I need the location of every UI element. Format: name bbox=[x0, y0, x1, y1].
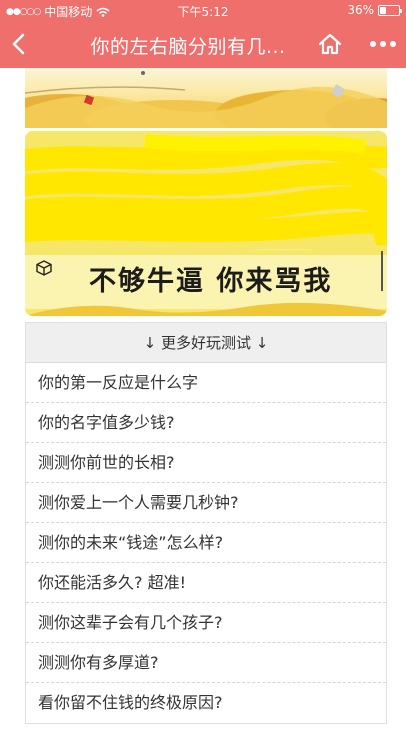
list-item[interactable]: 测测你有多厚道? bbox=[26, 643, 386, 683]
home-icon bbox=[318, 33, 342, 55]
page-title: 你的左右脑分别有几... bbox=[90, 36, 286, 58]
more-dot bbox=[390, 41, 396, 47]
top-banner-image bbox=[25, 68, 387, 128]
list-item[interactable]: 看你留不住钱的终极原因? bbox=[26, 683, 386, 723]
more-menu-button[interactable] bbox=[364, 28, 402, 60]
status-bar: ●●○○○ 中国移动 下午5:12 36% bbox=[0, 0, 406, 20]
list-item[interactable]: 测你这辈子会有几个孩子? bbox=[26, 603, 386, 643]
promo-slogan: 不够牛逼 你来骂我 bbox=[89, 266, 333, 297]
more-tests-header: ↓ 更多好玩测试 ↓ bbox=[26, 323, 386, 363]
battery-fill bbox=[380, 6, 386, 14]
chevron-left-icon bbox=[12, 33, 25, 55]
home-button[interactable] bbox=[316, 28, 344, 60]
more-dots-icon bbox=[370, 41, 376, 47]
back-button[interactable] bbox=[4, 26, 32, 62]
cube-icon bbox=[36, 260, 52, 276]
banner-edge-mark bbox=[381, 251, 383, 291]
nav-bar: 你的左右脑分别有几... bbox=[0, 20, 406, 68]
gold-clouds-graphic bbox=[25, 71, 387, 128]
status-right: 36% bbox=[347, 3, 402, 17]
battery-percent: 36% bbox=[347, 3, 374, 17]
list-item[interactable]: 测测你前世的长相? bbox=[26, 443, 386, 483]
list-item[interactable]: 测你的未来“钱途”怎么样? bbox=[26, 523, 386, 563]
list-item[interactable]: 你的第一反应是什么字 bbox=[26, 363, 386, 403]
list-item[interactable]: 你的名字值多少钱? bbox=[26, 403, 386, 443]
promo-banner[interactable]: 不够牛逼 你来骂我 bbox=[25, 131, 387, 316]
more-dot bbox=[380, 41, 386, 47]
more-tests-list: 你的第一反应是什么字 你的名字值多少钱? 测测你前世的长相? 测你爱上一个人需要… bbox=[26, 363, 386, 723]
list-item[interactable]: 你还能活多久? 超准! bbox=[26, 563, 386, 603]
more-tests-panel: ↓ 更多好玩测试 ↓ 你的第一反应是什么字 你的名字值多少钱? 测测你前世的长相… bbox=[25, 322, 387, 724]
status-time: 下午5:12 bbox=[177, 5, 229, 19]
list-item[interactable]: 测你爱上一个人需要几秒钟? bbox=[26, 483, 386, 523]
battery-icon bbox=[378, 4, 402, 16]
